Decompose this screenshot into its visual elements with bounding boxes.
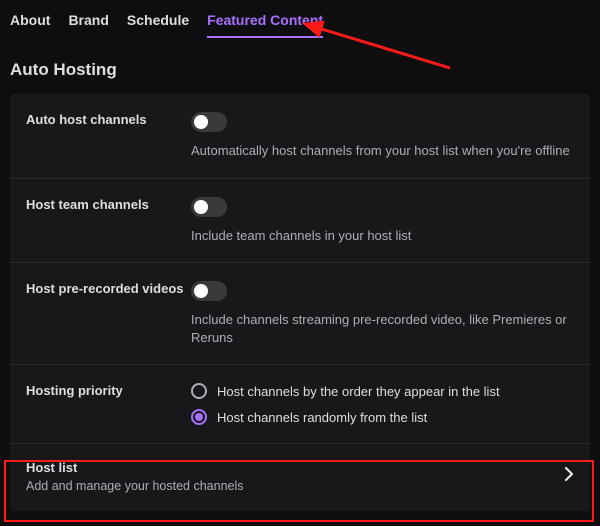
row-host-prerecorded-videos: Host pre-recorded videos Include channel…	[10, 263, 590, 365]
auto-hosting-panel: Auto host channels Automatically host ch…	[10, 94, 590, 511]
radio-priority-random[interactable]: Host channels randomly from the list	[191, 409, 574, 425]
tab-brand[interactable]: Brand	[68, 8, 108, 38]
toggle-knob-icon	[194, 284, 208, 298]
desc-auto-host-channels: Automatically host channels from your ho…	[191, 142, 574, 160]
radio-dot-icon	[195, 413, 203, 421]
host-list-row[interactable]: Host list Add and manage your hosted cha…	[10, 444, 590, 511]
label-host-prerecorded-videos: Host pre-recorded videos	[26, 281, 191, 346]
toggle-knob-icon	[194, 200, 208, 214]
desc-host-team-channels: Include team channels in your host list	[191, 227, 574, 245]
toggle-host-team-channels[interactable]	[191, 197, 227, 217]
desc-host-prerecorded-videos: Include channels streaming pre-recorded …	[191, 311, 574, 346]
tab-featured-content[interactable]: Featured Content	[207, 8, 323, 38]
radio-icon	[191, 409, 207, 425]
tabs-bar: About Brand Schedule Featured Content	[0, 0, 600, 38]
host-list-subtitle: Add and manage your hosted channels	[26, 479, 244, 493]
radio-label-random: Host channels randomly from the list	[217, 410, 427, 425]
radio-icon	[191, 383, 207, 399]
row-host-team-channels: Host team channels Include team channels…	[10, 179, 590, 264]
radio-priority-order[interactable]: Host channels by the order they appear i…	[191, 383, 574, 399]
label-auto-host-channels: Auto host channels	[26, 112, 191, 160]
tab-about[interactable]: About	[10, 8, 50, 38]
radio-label-order: Host channels by the order they appear i…	[217, 384, 500, 399]
toggle-host-prerecorded-videos[interactable]	[191, 281, 227, 301]
label-hosting-priority: Hosting priority	[26, 383, 191, 425]
chevron-right-icon	[564, 467, 574, 486]
tab-schedule[interactable]: Schedule	[127, 8, 189, 38]
row-hosting-priority: Hosting priority Host channels by the or…	[10, 365, 590, 444]
label-host-team-channels: Host team channels	[26, 197, 191, 245]
toggle-knob-icon	[194, 115, 208, 129]
section-title-auto-hosting: Auto Hosting	[0, 38, 600, 94]
host-list-title: Host list	[26, 460, 244, 475]
row-auto-host-channels: Auto host channels Automatically host ch…	[10, 94, 590, 179]
toggle-auto-host-channels[interactable]	[191, 112, 227, 132]
